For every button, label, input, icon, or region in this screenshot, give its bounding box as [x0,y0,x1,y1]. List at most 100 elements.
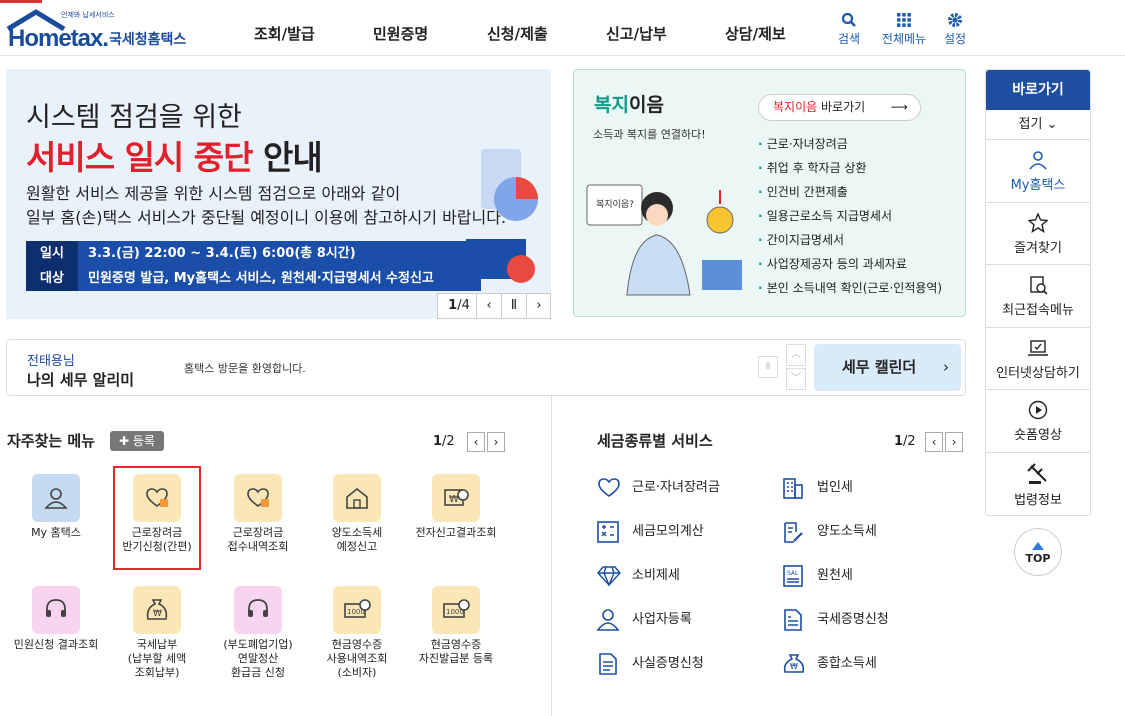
heart-hands-icon [234,474,282,522]
welfare-bubble: 복지이음? [596,200,634,210]
building-icon [783,478,803,499]
favorite-menu-item[interactable]: 1000 현금영수증 사용내역조회 (소비자) [312,586,402,680]
main-banner[interactable]: 시스템 점검을 위한 서비스 일시 중단 안내 원활한 서비스 제공을 위한 시… [6,69,551,319]
banner-pager: 1/4 ‹ Ⅱ › [437,293,551,319]
heart-hands-icon [598,478,620,497]
settings-button[interactable]: 설정 [930,12,980,47]
headset-icon [32,586,80,634]
favorite-menu-label: (부도폐업기업) [223,638,293,651]
favorite-menu-label: 현금영수증 [331,638,383,651]
logo[interactable]: 언제봐 납세서비스 Hometax. 국세청홈택스 [6,7,196,53]
banner-page-count: 1/4 [448,298,470,313]
nav-consult[interactable]: 상담/제보 [725,23,786,44]
quick-my-hometax[interactable]: My홈택스 [986,140,1090,203]
nav-report-pay[interactable]: 신고/납부 [606,23,667,44]
star-icon [1028,212,1048,233]
banner-row-time: 일시 3.3.(금) 22:00 ~ 3.4.(토) 6:00(총 8시간) [26,241,481,266]
nav-certificates[interactable]: 민원증명 [373,23,428,44]
favorite-menu-label: 자진발급분 등록 [418,652,494,665]
welfare-list: 근로·자녀장려금 취업 후 학자금 상환 인건비 간편제출 일용근로소득 지급명… [758,132,942,300]
search-label: 검색 [837,32,861,46]
favorite-menu-item[interactable]: 근로장려금 접수내역조회 [213,474,303,554]
favorite-menu-label: 환급금 신청 [230,666,286,679]
next-arrow-icon[interactable]: › [526,294,551,318]
tax-calendar-button[interactable]: 세무 캘린더 › [814,344,961,391]
svg-text:SAL: SAL [787,570,799,577]
play-icon [1028,400,1048,420]
favorite-menu-label: 민원신청 결과조회 [13,638,99,651]
prev-arrow-icon[interactable]: ‹ [476,294,501,318]
certificate-icon [784,609,802,631]
favorite-menu-label: 사용내역조회 [326,652,388,665]
favorite-menu-item[interactable]: My 홈택스 [11,474,101,540]
chevron-up-icon[interactable]: ︿ [786,344,806,366]
favorite-menu-item[interactable]: ₩ 국세납부 (납부할 세액 조회납부) [112,586,202,680]
favorite-menu-item[interactable]: 근로장려금 반기신청(간편) [112,474,202,554]
svg-text:₩: ₩ [790,662,798,671]
quick-nav: 바로가기 접기 ⌄ My홈택스 즐겨찾기 최근접속메뉴 인터넷상담하기 숏폼영상… [985,69,1091,516]
welfare-banner[interactable]: 복지이음 소득과 복지를 연결하다! 복지이음 바로가기⟶ 근로·자녀장려금 취… [573,69,966,317]
add-favorite-button[interactable]: ✚ 등록 [110,431,164,451]
welfare-item[interactable]: 근로·자녀장려금 [758,132,942,156]
person-with-coin-illustration [586,184,742,296]
logo-tagline: 언제봐 납세서비스 [61,11,115,19]
salary-doc-icon: SAL [783,565,803,587]
welfare-link-button[interactable]: 복지이음 바로가기 ⟶ [758,94,921,121]
quick-recent-menu[interactable]: 최근접속메뉴 [986,265,1090,328]
arrow-up-icon [1032,542,1044,550]
welfare-item[interactable]: 인건비 간편제출 [758,180,942,204]
top-button[interactable]: TOP [1014,528,1062,576]
welfare-item[interactable]: 본인 소득내역 확인(근로·인적용역) [758,276,942,300]
favorite-menu-label: 근로장려금 [131,526,183,539]
favorite-menu-item[interactable]: (부도폐업기업) 연말정산 환급금 신청 [213,586,303,680]
favorite-menu-label: 근로장려금 [232,526,284,539]
next-arrow-icon[interactable]: › [945,432,963,452]
welfare-item[interactable]: 간이지급명세서 [758,228,942,252]
favorite-menu-label: My 홈택스 [31,526,81,539]
chevron-right-icon: › [943,358,949,376]
welfare-item[interactable]: 취업 후 학자금 상환 [758,156,942,180]
favorite-menu-label: 조회납부) [134,666,180,679]
quick-shortform-video[interactable]: 숏폼영상 [986,390,1090,453]
favorite-menu-label: 연말정산 [237,652,279,665]
prev-arrow-icon[interactable]: ‹ [467,432,485,452]
all-menu-button[interactable]: 전체메뉴 [879,12,929,47]
quick-online-consult[interactable]: 인터넷상담하기 [986,328,1090,390]
favorite-menu-item[interactable]: ₩ 전자신고결과조회 [411,474,501,540]
notifier-message: 홈택스 방문을 환영합니다. [184,362,306,375]
favorite-menu-label: 반기신청(간편) [122,540,192,553]
quick-favorites[interactable]: 즐겨찾기 [986,203,1090,265]
calculator-icon [597,521,619,543]
gavel-icon [1027,462,1047,484]
favorite-menu-label: 국세납부 [136,638,178,651]
search-button[interactable]: 검색 [824,12,874,47]
next-arrow-icon[interactable]: › [487,432,505,452]
all-menu-label: 전체메뉴 [881,32,927,46]
pause-icon[interactable]: Ⅱ [501,294,526,318]
favorite-menu-item[interactable]: 양도소득세 예정신고 [312,474,402,554]
document-edit-icon [784,522,803,543]
header: 언제봐 납세서비스 Hometax. 국세청홈택스 조회/발급 민원증명 신청/… [0,3,1125,56]
gear-icon [930,12,980,30]
nav-lookup[interactable]: 조회/발급 [254,23,315,44]
chevron-down-icon[interactable]: ﹀ [786,368,806,390]
welfare-item[interactable]: 사업장제공자 등의 과세자료 [758,252,942,276]
heart-hands-icon [133,474,181,522]
favorite-menu-label: 양도소득세 [331,526,383,539]
favorite-menu-label: (소비자) [337,666,377,679]
user-icon [32,474,80,522]
favorite-menu-item[interactable]: 민원신청 결과조회 [11,586,101,652]
nav-apply[interactable]: 신청/제출 [487,23,548,44]
user-icon [596,609,620,631]
welfare-title: 복지이음 [594,94,664,116]
banner-line1: 시스템 점검을 위한 [26,102,242,133]
section-divider [551,396,552,716]
quick-law-info[interactable]: 법령정보 [986,453,1090,516]
fold-button[interactable]: 접기 ⌄ [986,110,1090,140]
document-icon [599,653,617,675]
favorite-menu-item[interactable]: 1000 현금영수증 자진발급분 등록 [411,586,501,666]
favorites-title: 자주찾는 메뉴 [7,432,96,450]
pause-icon[interactable]: Ⅱ [758,356,778,378]
prev-arrow-icon[interactable]: ‹ [925,432,943,452]
welfare-item[interactable]: 일용근로소득 지급명세서 [758,204,942,228]
